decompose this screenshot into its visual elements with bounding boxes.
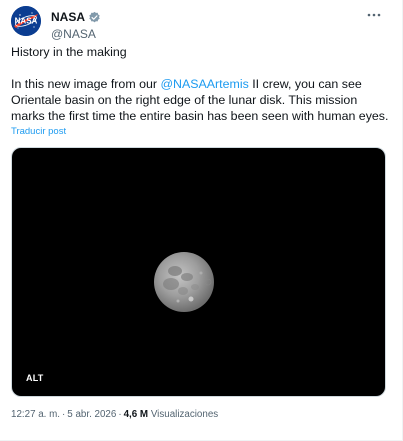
moon-image <box>153 251 215 313</box>
views-label: Visualizaciones <box>150 409 219 420</box>
tweet-time[interactable]: 12:27 a. m. <box>11 409 60 420</box>
tweet-date[interactable]: 5 abr. 2026 <box>67 409 116 420</box>
tweet-text-prefix: In this new image from our <box>11 77 161 91</box>
translate-post-link[interactable]: Traducir post <box>11 126 66 138</box>
tweet-paragraph-2: In this new image from our @NASAArtemis … <box>11 76 389 124</box>
tweet-card: NASA NASA @NASA History in the making In… <box>0 0 403 441</box>
avatar[interactable]: NASA <box>11 6 41 36</box>
meta-separator-2: · <box>118 409 122 420</box>
meta-separator: · <box>62 409 66 420</box>
tweet-meta: 12:27 a. m. · 5 abr. 2026 · 4,6 M Visualizac… <box>11 409 218 421</box>
tweet-text: History in the making In this new image … <box>11 44 389 124</box>
name-row: NASA <box>51 10 101 24</box>
verified-badge-icon[interactable] <box>88 11 101 24</box>
nasa-logo-text: NASA <box>15 17 38 26</box>
views-count: 4,6 M <box>123 409 149 420</box>
author-names: NASA @NASA <box>51 10 101 41</box>
more-dots-icon <box>367 13 381 17</box>
alt-text-badge[interactable]: ALT <box>22 371 48 386</box>
mention-link[interactable]: @NASAArtemis <box>160 77 248 91</box>
more-options-button[interactable] <box>364 8 384 22</box>
display-name[interactable]: NASA <box>51 10 85 24</box>
tweet-media-image[interactable]: ALT <box>11 147 386 397</box>
tweet-header: NASA NASA @NASA <box>11 6 390 42</box>
tweet-line-1: History in the making <box>11 45 127 59</box>
author-handle[interactable]: @NASA <box>51 27 101 41</box>
nasa-logo-icon: NASA <box>11 6 41 36</box>
